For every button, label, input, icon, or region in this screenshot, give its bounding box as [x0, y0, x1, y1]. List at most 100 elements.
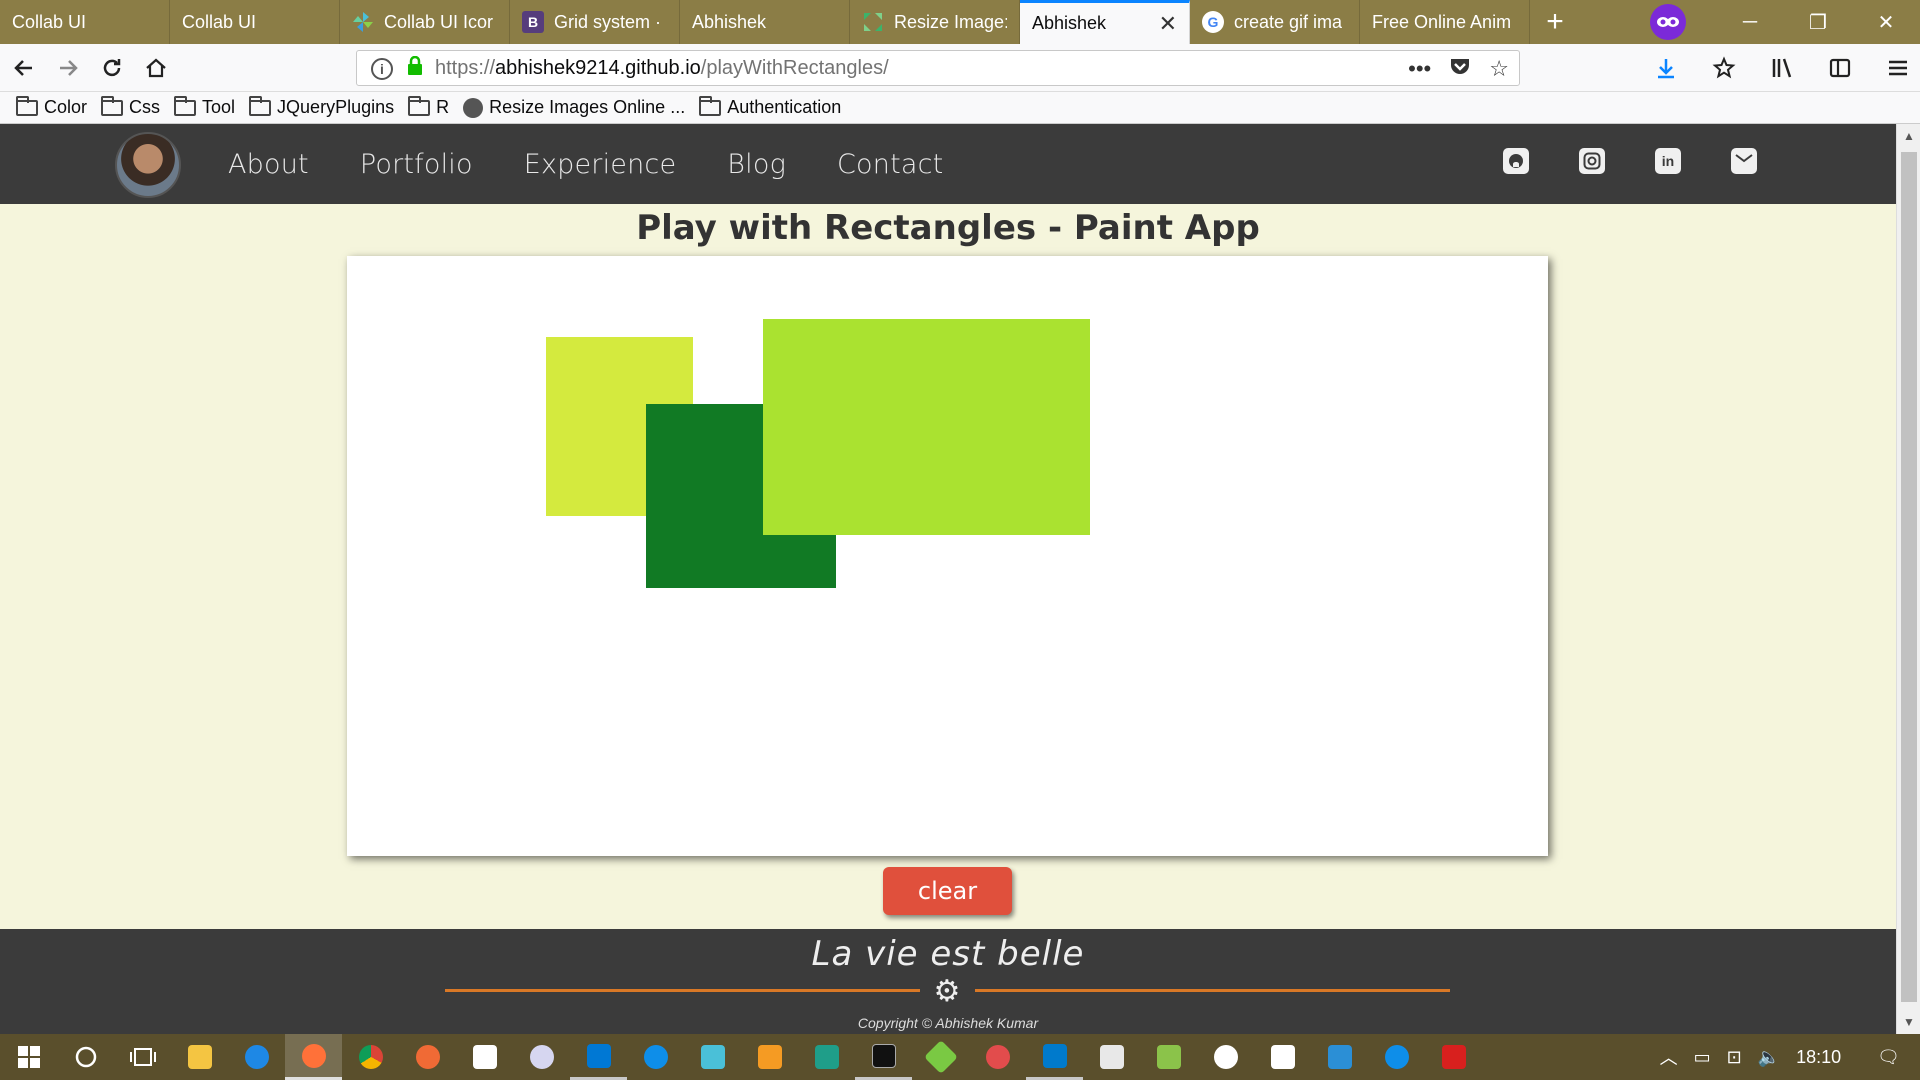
file-explorer-icon[interactable]	[171, 1034, 228, 1080]
canvas-rectangle	[763, 319, 1090, 535]
globe-icon	[463, 97, 484, 118]
document-icon[interactable]	[1083, 1034, 1140, 1080]
acrobat-icon[interactable]	[1425, 1034, 1482, 1080]
window-app-icon[interactable]	[1311, 1034, 1368, 1080]
tab-title: Collab UI	[12, 11, 87, 32]
nav-about[interactable]: About	[228, 149, 309, 180]
footer-divider-right	[975, 989, 1450, 992]
page-scrollbar[interactable]: ▲ ▼	[1896, 124, 1920, 1034]
address-bar[interactable]: i https://abhishek9214.github.io/playWit…	[356, 50, 1520, 86]
clear-button[interactable]: clear	[883, 867, 1012, 915]
bookmark-folder-css[interactable]: Css	[101, 95, 161, 118]
battery-icon[interactable]: ▭	[1694, 1047, 1711, 1068]
tab-abhishek-active[interactable]: Abhishek ✕	[1020, 0, 1190, 44]
tab-collab-ui-2[interactable]: Collab UI	[170, 0, 340, 44]
scroll-thumb[interactable]	[1901, 152, 1917, 1002]
task-view-icon[interactable]	[114, 1034, 171, 1080]
mail-icon[interactable]	[1731, 148, 1757, 174]
close-tab-icon[interactable]: ✕	[1147, 11, 1177, 37]
nav-blog[interactable]: Blog	[727, 149, 786, 180]
itunes-icon[interactable]	[513, 1034, 570, 1080]
clock[interactable]: 18:10	[1796, 1047, 1841, 1068]
paint-icon[interactable]	[399, 1034, 456, 1080]
pocket-icon[interactable]	[1449, 55, 1471, 83]
bookmark-folder-color[interactable]: Color	[16, 95, 87, 118]
mail-app-icon[interactable]	[456, 1034, 513, 1080]
vscode-icon[interactable]	[1026, 1034, 1083, 1080]
pinwheel-app-icon[interactable]	[684, 1034, 741, 1080]
new-tab-button[interactable]: +	[1530, 0, 1580, 44]
forward-button[interactable]	[46, 48, 90, 88]
page-viewport: About Portfolio Experience Blog Contact …	[0, 124, 1896, 1034]
html-editor-icon[interactable]	[741, 1034, 798, 1080]
bookmark-resize-images[interactable]: Resize Images Online ...	[463, 97, 685, 118]
tab-grid-system[interactable]: B Grid system ·	[510, 0, 680, 44]
sidebar-icon[interactable]	[1818, 48, 1862, 88]
bookmark-star-icon[interactable]: ☆	[1489, 56, 1509, 82]
outlook-icon[interactable]	[570, 1034, 627, 1080]
git-icon[interactable]	[912, 1034, 969, 1080]
tab-abhishek-1[interactable]: Abhishek	[680, 0, 850, 44]
info-icon[interactable]: i	[371, 58, 393, 80]
downloads-icon[interactable]	[1644, 48, 1688, 88]
tab-collab-ui-icons[interactable]: Collab UI Icor	[340, 0, 510, 44]
restore-button[interactable]: ❐	[1784, 0, 1852, 44]
url-path: /playWithRectangles/	[700, 56, 889, 79]
teamviewer2-icon[interactable]	[1368, 1034, 1425, 1080]
tab-create-gif[interactable]: G create gif ima	[1190, 0, 1360, 44]
tab-resize-image[interactable]: Resize Image:	[850, 0, 1020, 44]
search-icon[interactable]	[57, 1034, 114, 1080]
bookmark-folder-tool[interactable]: Tool	[174, 95, 236, 118]
tab-collab-ui-1[interactable]: Collab UI	[0, 0, 170, 44]
network-icon[interactable]: ⊡	[1727, 1047, 1742, 1068]
linkedin-icon[interactable]: in	[1655, 148, 1681, 174]
home-button[interactable]	[134, 48, 178, 88]
tab-free-online-anim[interactable]: Free Online Anim	[1360, 0, 1530, 44]
notifications-icon[interactable]: 🗨	[1877, 1047, 1900, 1068]
edge-icon[interactable]	[228, 1034, 285, 1080]
bookmark-label: Css	[129, 97, 161, 117]
nav-experience[interactable]: Experience	[524, 149, 677, 180]
paint-canvas[interactable]	[347, 256, 1548, 856]
close-window-button[interactable]: ✕	[1852, 0, 1920, 44]
resize-icon	[862, 11, 884, 33]
mongodb-icon[interactable]	[1197, 1034, 1254, 1080]
bookmark-folder-r[interactable]: R	[408, 95, 449, 118]
page-actions-icon[interactable]: •••	[1408, 56, 1431, 82]
bookmark-label: Tool	[202, 97, 236, 117]
reading-list-icon[interactable]	[1702, 48, 1746, 88]
reload-button[interactable]	[90, 48, 134, 88]
scroll-up-icon[interactable]: ▲	[1897, 124, 1920, 148]
visual-studio-icon[interactable]	[969, 1034, 1026, 1080]
github-icon[interactable]	[1503, 148, 1529, 174]
chrome-icon[interactable]	[342, 1034, 399, 1080]
google-icon: G	[1202, 11, 1224, 33]
terminal-icon[interactable]	[855, 1034, 912, 1080]
minimize-button[interactable]: ─	[1716, 0, 1784, 44]
sql-icon[interactable]	[798, 1034, 855, 1080]
back-button[interactable]	[2, 48, 46, 88]
start-button[interactable]	[0, 1034, 57, 1080]
nav-portfolio[interactable]: Portfolio	[360, 149, 473, 180]
instagram-icon[interactable]	[1579, 148, 1605, 174]
folder-icon	[174, 95, 197, 116]
social-links: in	[1503, 148, 1757, 174]
bookmark-folder-jqueryplugins[interactable]: JQueryPlugins	[249, 95, 394, 118]
bookmark-folder-authentication[interactable]: Authentication	[699, 95, 841, 118]
teamviewer-icon[interactable]	[627, 1034, 684, 1080]
tab-title: Free Online Anim	[1372, 11, 1512, 32]
lock-icon[interactable]	[407, 55, 423, 81]
spreadsheet-icon[interactable]	[1140, 1034, 1197, 1080]
folder-icon	[249, 95, 272, 116]
tab-title: Grid system ·	[554, 11, 662, 32]
library-icon[interactable]	[1760, 48, 1804, 88]
firefox-icon[interactable]	[285, 1034, 342, 1080]
volume-icon[interactable]: 🔈	[1758, 1047, 1780, 1068]
nav-contact[interactable]: Contact	[837, 149, 943, 180]
sticky-notes-icon[interactable]	[1254, 1034, 1311, 1080]
avatar[interactable]	[115, 132, 181, 198]
menu-icon[interactable]	[1876, 48, 1920, 88]
chevron-up-icon[interactable]: ︿	[1660, 1044, 1678, 1070]
scroll-down-icon[interactable]: ▼	[1897, 1010, 1920, 1034]
bookmark-label: Resize Images Online ...	[489, 97, 686, 117]
